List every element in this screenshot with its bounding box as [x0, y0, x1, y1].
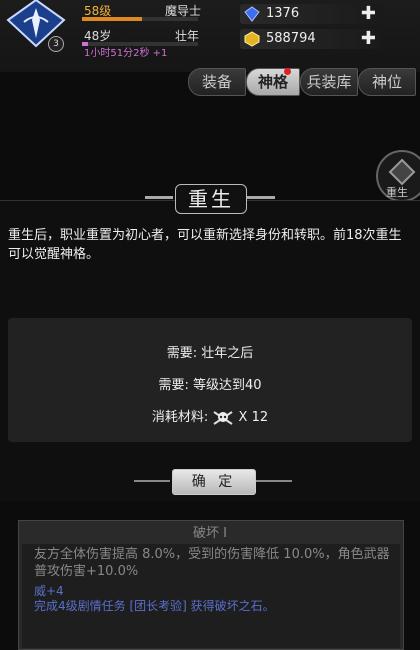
age-timer: 1小时51分2秒 +1 — [84, 48, 168, 59]
gold-coin-icon — [244, 31, 260, 47]
gold-value: 588794 — [266, 31, 316, 46]
skill-task[interactable]: 完成4级剧情任务 [团长考验] 获得破坏之石。 — [34, 597, 275, 614]
dialog-description: 重生后，职业重置为初心者，可以重新选择身份和转职。前18次重生可以觉醒神格。 — [8, 228, 402, 262]
skill-description: 友方全体伤害提高 8.0%，受到的伤害降低 10.0%，角色武器普攻伤害+10.… — [34, 547, 390, 579]
tab-equipment[interactable]: 装备 — [188, 68, 246, 96]
skill-title: 破坏 I — [193, 526, 227, 541]
gem-resource: 1376 ✚ — [240, 3, 380, 24]
material-row: 消耗材料: X 12 — [8, 406, 412, 426]
button-ornament-left — [134, 480, 170, 482]
material-count: X 12 — [238, 410, 269, 425]
add-gold-button[interactable]: ✚ — [361, 28, 376, 49]
notification-dot — [284, 68, 291, 75]
dialog-title: 重生 — [175, 184, 247, 214]
confirm-button[interactable]: 确 定 — [172, 469, 256, 495]
avatar-level-badge: 3 — [48, 36, 64, 52]
requirement-stage: 需要: 壮年之后 — [166, 346, 254, 361]
material-label: 消耗材料: — [151, 410, 209, 425]
rebirth-side-label: 重生 — [386, 186, 408, 199]
tab-divine-seat[interactable]: 神位 — [358, 68, 416, 96]
tab-bar: 装备 神格 兵装库 神位 — [188, 68, 420, 96]
level-progress-fill — [82, 17, 143, 21]
gem-value: 1376 — [266, 6, 300, 21]
add-gem-button[interactable]: ✚ — [361, 3, 376, 24]
title-ornament-right — [247, 196, 275, 199]
blue-gem-icon — [244, 6, 260, 22]
requirement-level: 需要: 等级达到40 — [158, 378, 262, 393]
button-ornament-right — [256, 480, 292, 482]
tab-armory[interactable]: 兵装库 — [300, 68, 358, 96]
requirements-box: 需要: 壮年之后 需要: 等级达到40 消耗材料: X 12 — [8, 318, 412, 442]
gold-resource: 588794 ✚ — [240, 28, 380, 49]
skull-material-icon — [213, 410, 233, 425]
title-ornament-left — [145, 196, 173, 199]
tab-godhood[interactable]: 神格 — [246, 68, 300, 96]
